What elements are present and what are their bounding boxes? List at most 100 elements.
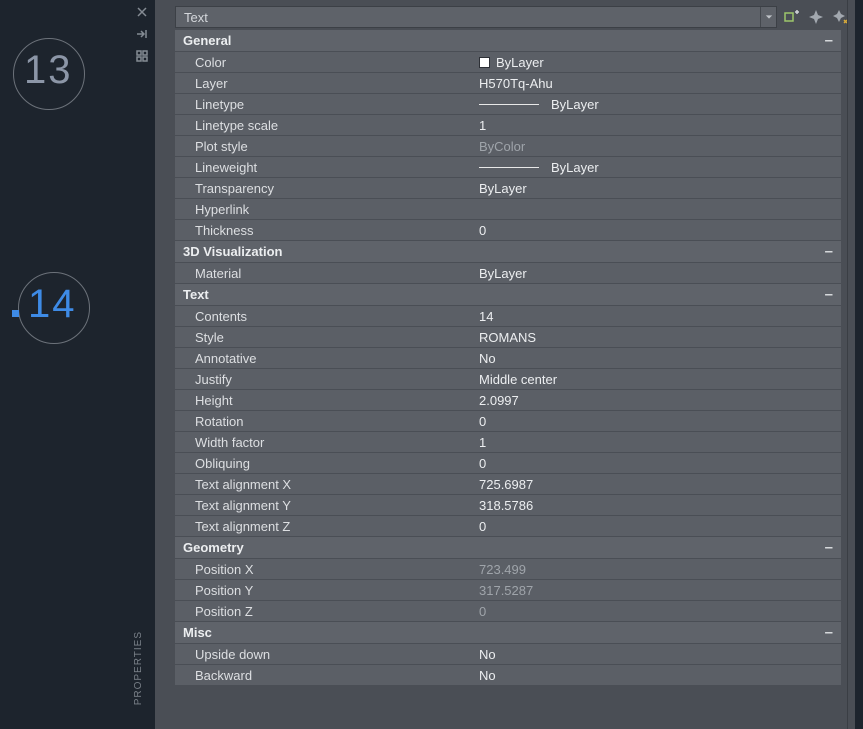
prop-row-transparency[interactable]: Transparency ByLayer (175, 178, 841, 199)
prop-row-linetype[interactable]: Linetype ByLayer (175, 94, 841, 115)
close-icon[interactable] (131, 2, 153, 22)
prop-label: Material (175, 263, 475, 283)
prop-row-hyperlink[interactable]: Hyperlink (175, 199, 841, 220)
prop-value[interactable]: ByLayer (475, 263, 841, 283)
select-objects-icon[interactable] (807, 8, 825, 26)
prop-row-position-z[interactable]: Position Z 0 (175, 601, 841, 622)
prop-value[interactable]: ROMANS (475, 327, 841, 347)
prop-row-style[interactable]: Style ROMANS (175, 327, 841, 348)
section-header-general[interactable]: General – (175, 30, 841, 52)
prop-label: Position Y (175, 580, 475, 600)
prop-label: Hyperlink (175, 199, 475, 219)
prop-value[interactable]: Middle center (475, 369, 841, 389)
collapse-icon[interactable]: – (825, 624, 833, 641)
toggle-pickadd-icon[interactable] (783, 8, 801, 26)
chevron-down-icon[interactable] (760, 7, 776, 27)
prop-row-upside-down[interactable]: Upside down No (175, 644, 841, 665)
prop-label: Lineweight (175, 157, 475, 177)
prop-label: Rotation (175, 411, 475, 431)
text-entity-13[interactable]: 13 (24, 48, 73, 93)
section-title: Geometry (183, 540, 244, 555)
prop-value: 0 (475, 601, 841, 621)
collapse-icon[interactable]: – (825, 32, 833, 49)
prop-row-linetype-scale[interactable]: Linetype scale 1 (175, 115, 841, 136)
section-header-3d-visualization[interactable]: 3D Visualization – (175, 241, 841, 263)
panel-menu-icon[interactable] (131, 46, 153, 66)
auto-hide-icon[interactable] (131, 24, 153, 44)
section-title: General (183, 33, 231, 48)
prop-value[interactable]: 1 (475, 432, 841, 452)
prop-label: Annotative (175, 348, 475, 368)
prop-row-thickness[interactable]: Thickness 0 (175, 220, 841, 241)
collapse-icon[interactable]: – (825, 286, 833, 303)
text-entity-14-selected[interactable]: 14 (28, 282, 77, 327)
prop-row-text-align-y[interactable]: Text alignment Y 318.5786 (175, 495, 841, 516)
section-title: Text (183, 287, 209, 302)
prop-row-width-factor[interactable]: Width factor 1 (175, 432, 841, 453)
prop-row-position-y[interactable]: Position Y 317.5287 (175, 580, 841, 601)
prop-label: Text alignment Y (175, 495, 475, 515)
prop-row-backward[interactable]: Backward No (175, 665, 841, 686)
prop-row-material[interactable]: Material ByLayer (175, 263, 841, 284)
panel-sidebar: PROPERTIES (130, 0, 154, 729)
prop-value[interactable]: ByLayer (475, 94, 841, 114)
prop-label: Style (175, 327, 475, 347)
section-header-text[interactable]: Text – (175, 284, 841, 306)
prop-value[interactable]: No (475, 665, 841, 685)
prop-label: Linetype (175, 94, 475, 114)
prop-row-text-align-x[interactable]: Text alignment X 725.6987 (175, 474, 841, 495)
prop-row-position-x[interactable]: Position X 723.499 (175, 559, 841, 580)
prop-label: Contents (175, 306, 475, 326)
prop-row-justify[interactable]: Justify Middle center (175, 369, 841, 390)
object-type-input[interactable] (176, 10, 760, 25)
drawing-canvas[interactable]: DETAILED DESIGN 13 14 (0, 0, 130, 729)
prop-row-annotative[interactable]: Annotative No (175, 348, 841, 369)
prop-label: Text alignment X (175, 474, 475, 494)
prop-label: Layer (175, 73, 475, 93)
section-header-geometry[interactable]: Geometry – (175, 537, 841, 559)
prop-value[interactable]: 1 (475, 115, 841, 135)
prop-value[interactable]: 725.6987 (475, 474, 841, 494)
prop-value[interactable]: ByLayer (475, 157, 841, 177)
prop-row-color[interactable]: Color ByLayer (175, 52, 841, 73)
prop-value[interactable]: H570Tq-Ahu (475, 73, 841, 93)
prop-value[interactable]: 0 (475, 453, 841, 473)
section-title: Misc (183, 625, 212, 640)
selection-grip[interactable] (12, 310, 19, 317)
prop-row-contents[interactable]: Contents 14 (175, 306, 841, 327)
prop-value[interactable]: No (475, 348, 841, 368)
prop-label: Upside down (175, 644, 475, 664)
prop-value[interactable]: ByLayer (475, 178, 841, 198)
collapse-icon[interactable]: – (825, 243, 833, 260)
prop-row-obliquing[interactable]: Obliquing 0 (175, 453, 841, 474)
prop-label: Plot style (175, 136, 475, 156)
prop-value[interactable]: 2.0997 (475, 390, 841, 410)
prop-row-lineweight[interactable]: Lineweight ByLayer (175, 157, 841, 178)
properties-scroll[interactable]: General – Color ByLayer Layer H570Tq-Ahu… (175, 30, 841, 729)
prop-value[interactable]: 14 (475, 306, 841, 326)
prop-row-rotation[interactable]: Rotation 0 (175, 411, 841, 432)
prop-label: Height (175, 390, 475, 410)
prop-value[interactable]: No (475, 644, 841, 664)
section-header-misc[interactable]: Misc – (175, 622, 841, 644)
object-type-selector[interactable] (175, 6, 777, 28)
prop-row-layer[interactable]: Layer H570Tq-Ahu (175, 73, 841, 94)
prop-label: Backward (175, 665, 475, 685)
properties-panel: General – Color ByLayer Layer H570Tq-Ahu… (155, 0, 855, 729)
prop-row-text-align-z[interactable]: Text alignment Z 0 (175, 516, 841, 537)
prop-value[interactable]: ByLayer (475, 52, 841, 72)
prop-row-height[interactable]: Height 2.0997 (175, 390, 841, 411)
prop-value[interactable]: 318.5786 (475, 495, 841, 515)
panel-resize-handle[interactable] (847, 0, 855, 729)
prop-value[interactable]: 0 (475, 220, 841, 240)
prop-value: ByColor (475, 136, 841, 156)
prop-label: Transparency (175, 178, 475, 198)
collapse-icon[interactable]: – (825, 539, 833, 556)
panel-header (155, 0, 855, 30)
prop-value[interactable]: 0 (475, 411, 841, 431)
prop-value: 723.499 (475, 559, 841, 579)
prop-row-plot-style[interactable]: Plot style ByColor (175, 136, 841, 157)
prop-value[interactable]: 0 (475, 516, 841, 536)
section-title: 3D Visualization (183, 244, 282, 259)
prop-value[interactable] (475, 199, 841, 219)
